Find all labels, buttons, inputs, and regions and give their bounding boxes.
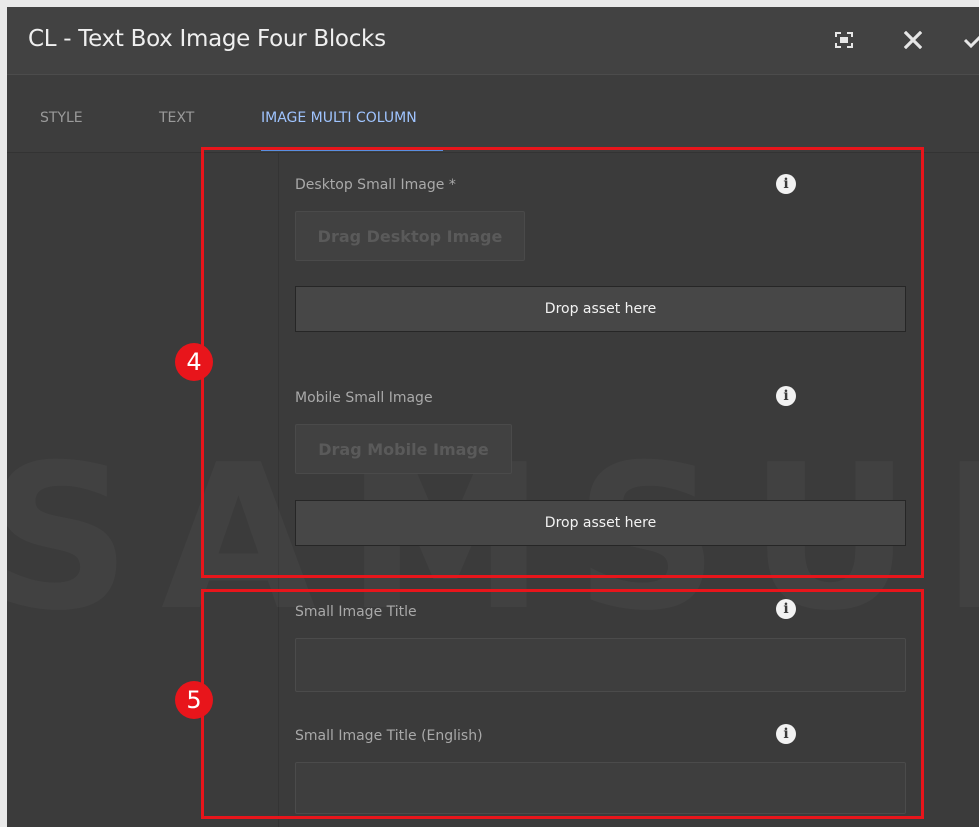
dialog-title: CL - Text Box Image Four Blocks bbox=[28, 26, 386, 52]
tab-text[interactable]: TEXT bbox=[159, 110, 194, 126]
desktop-image-dropzone[interactable]: Drop asset here bbox=[295, 286, 906, 332]
close-button[interactable] bbox=[896, 23, 930, 57]
info-icon[interactable]: i bbox=[776, 386, 796, 406]
mobile-image-dropzone[interactable]: Drop asset here bbox=[295, 500, 906, 546]
dialog-tabs: STYLE TEXT IMAGE MULTI COLUMN bbox=[7, 75, 979, 153]
small-image-title-english-label: Small Image Title (English) bbox=[295, 728, 483, 744]
callout-badge-5: 5 bbox=[175, 681, 213, 719]
dialog-titlebar: CL - Text Box Image Four Blocks bbox=[7, 7, 979, 75]
drag-desktop-image-button[interactable]: Drag Desktop Image bbox=[295, 211, 525, 261]
active-tab-indicator bbox=[261, 148, 443, 151]
tab-image-multi-column[interactable]: IMAGE MULTI COLUMN bbox=[261, 110, 417, 126]
callout-badge-4: 4 bbox=[175, 343, 213, 381]
close-icon bbox=[904, 31, 922, 49]
small-image-title-input[interactable] bbox=[295, 638, 906, 692]
component-dialog: CL - Text Box Image Four Blocks STYLE TE… bbox=[7, 7, 979, 827]
check-icon bbox=[963, 35, 979, 49]
drag-mobile-image-button[interactable]: Drag Mobile Image bbox=[295, 424, 512, 474]
dialog-content: SAMSUNG Desktop Small Image * i Drag Des… bbox=[7, 153, 979, 827]
info-icon[interactable]: i bbox=[776, 724, 796, 744]
confirm-button[interactable] bbox=[957, 23, 979, 57]
fullscreen-icon bbox=[835, 32, 853, 48]
info-icon[interactable]: i bbox=[776, 174, 796, 194]
info-icon[interactable]: i bbox=[776, 599, 796, 619]
fullscreen-button[interactable] bbox=[827, 23, 861, 57]
tab-style[interactable]: STYLE bbox=[40, 110, 83, 126]
small-image-title-english-input[interactable] bbox=[295, 762, 906, 814]
desktop-image-label: Desktop Small Image * bbox=[295, 177, 456, 193]
mobile-image-label: Mobile Small Image bbox=[295, 390, 433, 406]
small-image-title-label: Small Image Title bbox=[295, 604, 417, 620]
